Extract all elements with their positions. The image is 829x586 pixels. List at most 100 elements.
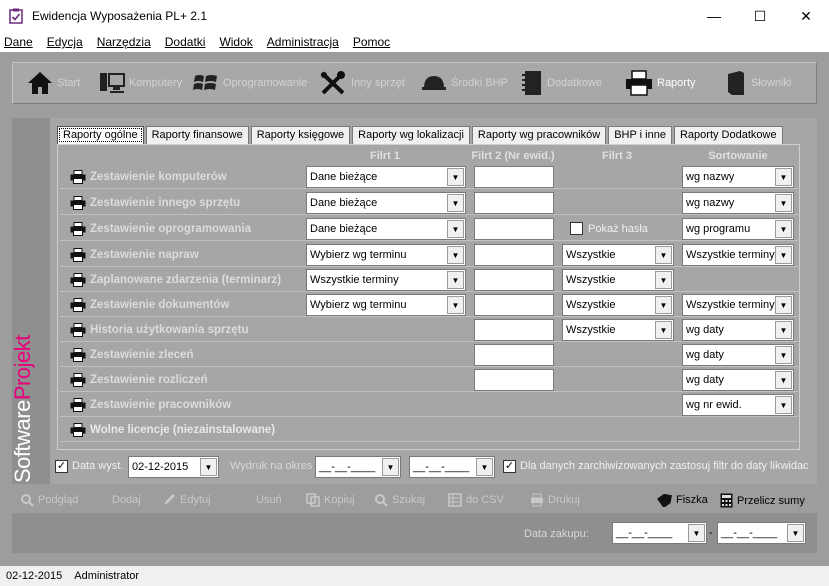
filtr2-input[interactable] (474, 244, 554, 266)
chevron-down-icon[interactable]: ▼ (447, 168, 464, 186)
archive-filter-checkbox[interactable]: ✓ (503, 460, 516, 473)
chevron-down-icon[interactable]: ▼ (775, 296, 792, 314)
period-from-field[interactable]: __-__-____ ▼ (315, 456, 401, 478)
sort-select[interactable]: wg programu ▼ (682, 218, 794, 240)
filtr3-select[interactable]: Wszystkie ▼ (562, 319, 674, 341)
filtr2-input[interactable] (474, 218, 554, 240)
report-link[interactable]: Zestawienie napraw (70, 248, 199, 262)
report-link[interactable]: Zaplanowane zdarzenia (terminarz) (70, 273, 281, 287)
tab-raporty-dodatkowe[interactable]: Raporty Dodatkowe (673, 126, 783, 144)
chevron-down-icon[interactable]: ▼ (447, 246, 464, 264)
tab-raporty-lokalizacji[interactable]: Raporty wg lokalizacji (352, 126, 470, 144)
filtr3-select[interactable]: Wszystkie ▼ (562, 244, 674, 266)
toolbar-start[interactable]: Start (27, 63, 80, 103)
filtr2-input[interactable] (474, 294, 554, 316)
chevron-down-icon[interactable]: ▼ (775, 220, 792, 238)
chevron-down-icon[interactable]: ▼ (200, 458, 217, 476)
menu-widok[interactable]: Widok (219, 35, 252, 49)
period-to-field[interactable]: __-__-____ ▼ (409, 456, 495, 478)
tab-bhp-i-inne[interactable]: BHP i inne (608, 126, 672, 144)
filtr2-input[interactable] (474, 319, 554, 341)
filtr2-input[interactable] (474, 344, 554, 366)
add-button[interactable]: Dodaj (96, 493, 141, 507)
report-link[interactable]: Historia użytkowania sprzętu (70, 323, 248, 337)
edit-button[interactable]: Edytuj (162, 493, 211, 507)
sort-select[interactable]: Wszystkie terminy ▼ (682, 294, 794, 316)
filtr1-select[interactable]: Dane bieżące ▼ (306, 218, 466, 240)
chevron-down-icon[interactable]: ▼ (655, 271, 672, 289)
purchase-to-field[interactable]: __-__-____ ▼ (717, 522, 806, 544)
chevron-down-icon[interactable]: ▼ (382, 458, 399, 476)
menu-administracja[interactable]: Administracja (267, 35, 339, 49)
sort-select[interactable]: wg nazwy ▼ (682, 166, 794, 188)
preview-button[interactable]: Podgląd (20, 493, 78, 507)
filtr2-input[interactable] (474, 192, 554, 214)
sort-select[interactable]: wg daty ▼ (682, 344, 794, 366)
tab-raporty-ogolne[interactable]: Raporty ogólne (57, 126, 144, 144)
toolbar-komputery[interactable]: Komputery (99, 63, 182, 103)
report-link[interactable]: Zestawienie rozliczeń (70, 373, 208, 387)
chevron-down-icon[interactable]: ▼ (655, 246, 672, 264)
report-link[interactable]: Zestawienie komputerów (70, 170, 227, 184)
filtr1-select[interactable]: Dane bieżące ▼ (306, 192, 466, 214)
menu-pomoc[interactable]: Pomoc (353, 35, 390, 49)
sort-select[interactable]: wg daty ▼ (682, 319, 794, 341)
chevron-down-icon[interactable]: ▼ (775, 396, 792, 414)
report-link[interactable]: Zestawienie zleceń (70, 348, 194, 362)
filtr1-select[interactable]: Wszystkie terminy ▼ (306, 269, 466, 291)
toolbar-slowniki[interactable]: Słowniki (725, 63, 791, 103)
filtr3-select[interactable]: Wszystkie ▼ (562, 269, 674, 291)
print-button[interactable]: Drukuj (530, 493, 580, 507)
filtr2-input[interactable] (474, 166, 554, 188)
tab-raporty-pracownikow[interactable]: Raporty wg pracowników (471, 126, 607, 144)
report-link[interactable]: Zestawienie innego sprzętu (70, 196, 240, 210)
delete-button[interactable]: Usuń (240, 493, 282, 507)
minimize-button[interactable]: — (691, 0, 737, 32)
chevron-down-icon[interactable]: ▼ (775, 346, 792, 364)
chevron-down-icon[interactable]: ▼ (787, 524, 804, 542)
chevron-down-icon[interactable]: ▼ (655, 296, 672, 314)
menu-dodatki[interactable]: Dodatki (165, 35, 206, 49)
filtr1-select[interactable]: Wybierz wg terminu ▼ (306, 244, 466, 266)
filtr3-select[interactable]: Wszystkie ▼ (562, 294, 674, 316)
show-passwords-checkbox[interactable] (570, 222, 583, 235)
chevron-down-icon[interactable]: ▼ (476, 458, 493, 476)
chevron-down-icon[interactable]: ▼ (447, 296, 464, 314)
chevron-down-icon[interactable]: ▼ (775, 168, 792, 186)
report-link[interactable]: Zestawienie oprogramowania (70, 222, 251, 236)
maximize-button[interactable]: ☐ (737, 0, 783, 32)
tab-raporty-finansowe[interactable]: Raporty finansowe (145, 126, 249, 144)
csv-button[interactable]: do CSV (448, 493, 504, 507)
chevron-down-icon[interactable]: ▼ (447, 220, 464, 238)
chevron-down-icon[interactable]: ▼ (775, 371, 792, 389)
date-issued-checkbox[interactable]: ✓ (55, 460, 68, 473)
chevron-down-icon[interactable]: ▼ (655, 321, 672, 339)
filtr1-select[interactable]: Dane bieżące ▼ (306, 166, 466, 188)
search-button[interactable]: Szukaj (374, 493, 425, 507)
sort-select[interactable]: wg nr ewid. ▼ (682, 394, 794, 416)
sort-select[interactable]: wg nazwy ▼ (682, 192, 794, 214)
toolbar-oprogramowanie[interactable]: Oprogramowanie (193, 63, 307, 103)
chevron-down-icon[interactable]: ▼ (688, 524, 705, 542)
recalculate-button[interactable]: Przelicz sumy (720, 493, 805, 508)
toolbar-raporty[interactable]: Raporty (625, 63, 696, 103)
chevron-down-icon[interactable]: ▼ (447, 194, 464, 212)
sort-select[interactable]: Wszystkie terminy ▼ (682, 244, 794, 266)
toolbar-dodatkowe[interactable]: Dodatkowe (521, 63, 602, 103)
tab-raporty-ksiegowe[interactable]: Raporty księgowe (250, 126, 351, 144)
menu-narzedzia[interactable]: Narzędzia (97, 35, 151, 49)
purchase-from-field[interactable]: __-__-____ ▼ (612, 522, 707, 544)
filtr2-input[interactable] (474, 269, 554, 291)
report-link[interactable]: Zestawienie pracowników (70, 398, 231, 412)
fiszka-button[interactable]: Fiszka (656, 493, 708, 507)
chevron-down-icon[interactable]: ▼ (775, 246, 792, 264)
report-link[interactable]: Zestawienie dokumentów (70, 298, 229, 312)
chevron-down-icon[interactable]: ▼ (775, 321, 792, 339)
menu-edycja[interactable]: Edycja (47, 35, 83, 49)
report-link[interactable]: Wolne licencje (niezainstalowane) (70, 423, 275, 437)
sort-select[interactable]: wg daty ▼ (682, 369, 794, 391)
copy-button[interactable]: Kopiuj (306, 493, 355, 507)
menu-dane[interactable]: Dane (4, 35, 33, 49)
chevron-down-icon[interactable]: ▼ (775, 194, 792, 212)
filtr2-input[interactable] (474, 369, 554, 391)
